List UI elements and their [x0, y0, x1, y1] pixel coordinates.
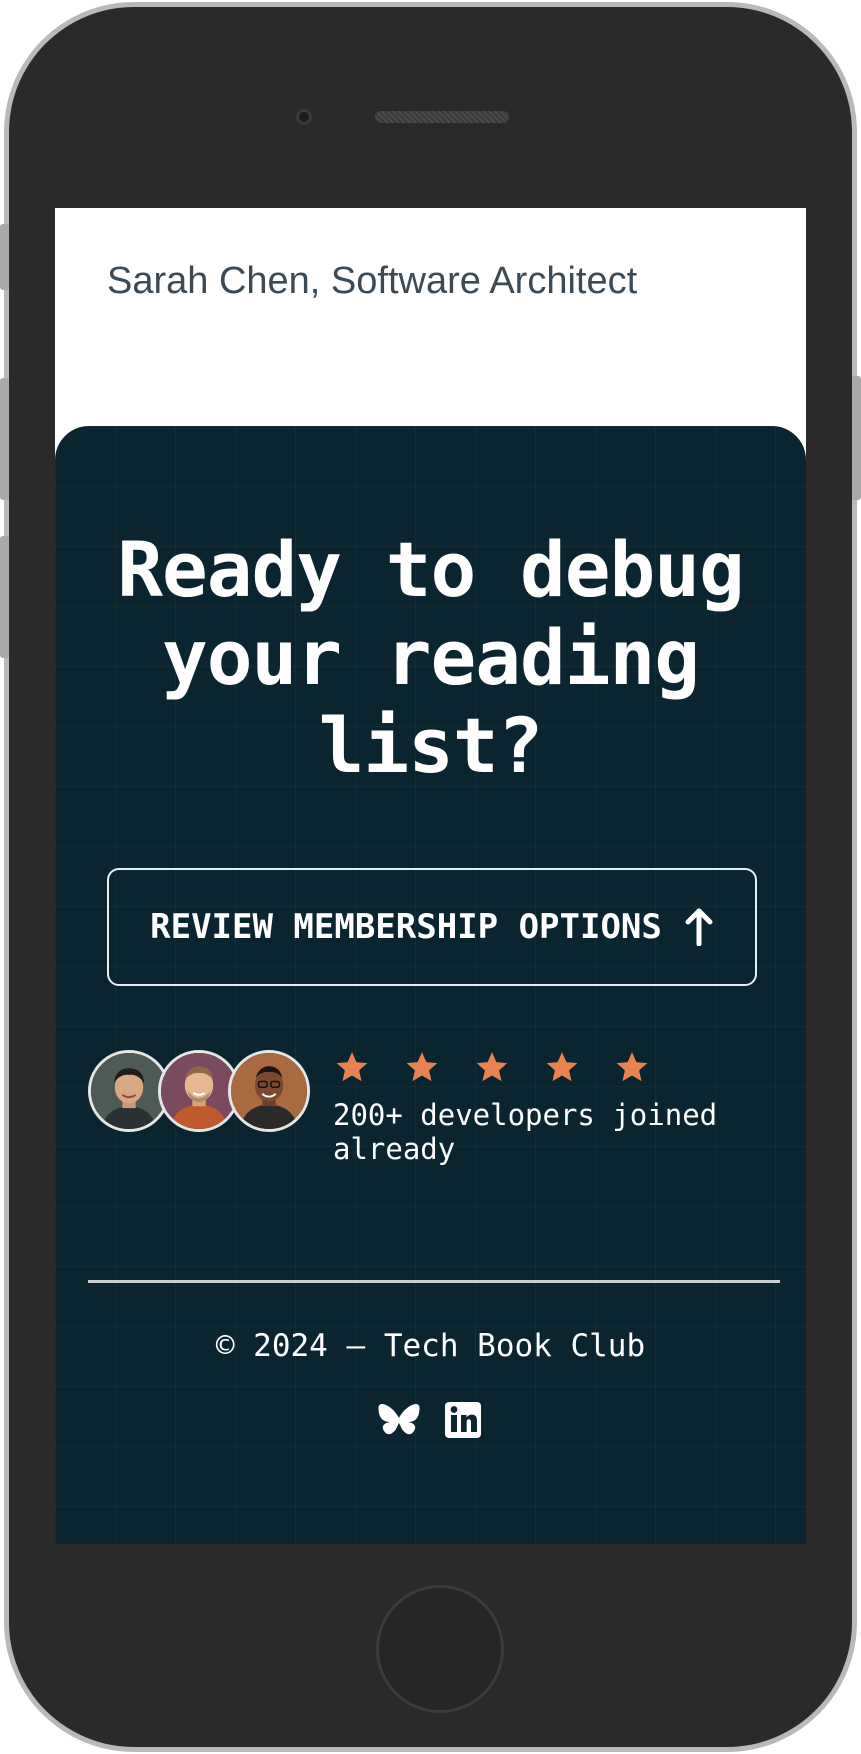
bluesky-link[interactable]: [377, 1398, 421, 1442]
cta-section: Ready to debug your reading list? REVIEW…: [55, 426, 806, 1544]
review-membership-button[interactable]: REVIEW MEMBERSHIP OPTIONS: [107, 868, 757, 986]
social-proof: 200+ developers joined already: [88, 1050, 788, 1166]
cta-headline: Ready to debug your reading list?: [117, 525, 745, 790]
avatar-group: [88, 1050, 318, 1134]
bluesky-icon: [377, 1404, 420, 1435]
front-camera: [296, 109, 312, 125]
linkedin-icon: [444, 1402, 481, 1438]
linkedin-link[interactable]: [441, 1398, 485, 1442]
author-name: Sarah Chen, Software Architect: [107, 260, 638, 302]
copyright-text: © 2024 – Tech Book Club: [215, 1328, 646, 1364]
avatar: [228, 1050, 310, 1132]
star-icon: [616, 1052, 648, 1082]
star-icon: [476, 1052, 508, 1082]
screen: Sarah Chen, Software Architect Ready to …: [55, 208, 806, 1544]
star-icon: [336, 1052, 368, 1082]
earpiece-speaker: [375, 111, 509, 123]
social-proof-text: 200+ developers joined already: [333, 1098, 718, 1166]
home-button[interactable]: [376, 1585, 504, 1713]
star-icon: [406, 1052, 438, 1082]
review-membership-label: REVIEW MEMBERSHIP OPTIONS: [150, 907, 662, 947]
star-icon: [546, 1052, 578, 1082]
arrow-up-icon: [685, 908, 713, 946]
power-button: [851, 376, 861, 500]
footer-divider: [88, 1280, 780, 1283]
social-links: [55, 1398, 806, 1442]
